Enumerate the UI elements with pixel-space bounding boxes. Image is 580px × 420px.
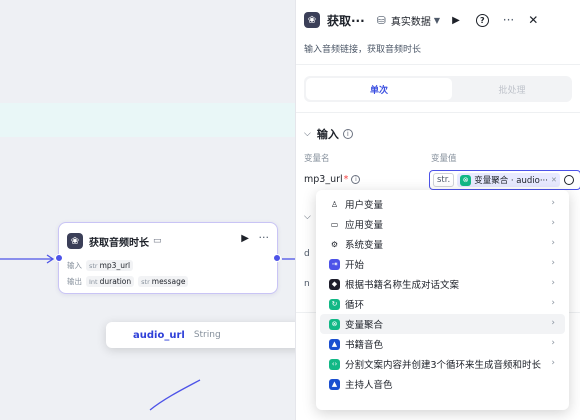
chevron-down-icon[interactable]: ⌵ bbox=[304, 212, 311, 222]
divider bbox=[296, 112, 580, 113]
variable-source-menu: ♙ 用户变量 › ▭ 应用变量 › ⚙ 系统变量 › ⇥ 开始 › ◆ 根据书籍… bbox=[316, 190, 569, 410]
panel-title[interactable]: 获取··· bbox=[327, 12, 365, 29]
menu-item-loop[interactable]: ↻ 循环 › bbox=[320, 294, 565, 314]
close-icon[interactable]: ✕ bbox=[528, 13, 538, 27]
node-get-audio-duration[interactable]: ❀ 获取音频时长 ▭ ▶ ··· 输入 str mp3_url 输出 Int dur… bbox=[55, 222, 281, 294]
run-mode-tabs: 单次 批处理 bbox=[304, 76, 572, 102]
chevron-right-icon: › bbox=[551, 338, 555, 348]
plugin-icon: ▲ bbox=[329, 338, 340, 350]
menu-item-book-voice[interactable]: ▲ 书籍音色 › bbox=[320, 334, 565, 354]
chevron-right-icon: › bbox=[551, 358, 555, 368]
panel-header: ❀ 获取··· ⛁ 真实数据 ▼ ▶ ? ··· ✕ bbox=[304, 10, 580, 30]
node-output-row: 输出 Int duration str message bbox=[67, 275, 189, 287]
menu-item-system-variables[interactable]: ⚙ 系统变量 › bbox=[320, 234, 565, 254]
chevron-right-icon: › bbox=[551, 238, 555, 248]
more-circle-icon[interactable] bbox=[563, 175, 574, 185]
database-icon: ⛁ bbox=[376, 13, 386, 27]
menu-item-host-voice[interactable]: ▲ 主持人音色 bbox=[320, 374, 565, 394]
chevron-right-icon: › bbox=[551, 218, 555, 228]
caret-down-icon[interactable]: ▼ bbox=[434, 16, 440, 25]
canvas-edges bbox=[0, 254, 295, 411]
llm-icon: ◆ bbox=[329, 278, 340, 290]
gear-icon: ⚙ bbox=[330, 239, 339, 249]
node-input-row: 输入 str mp3_url bbox=[67, 259, 134, 271]
code-icon: ‹› bbox=[329, 358, 340, 370]
menu-item-user-variables[interactable]: ♙ 用户变量 › bbox=[320, 194, 565, 214]
plugin-logo-icon: ❀ bbox=[304, 12, 320, 28]
chevron-right-icon: › bbox=[551, 198, 555, 208]
variable-merge-icon: ⊗ bbox=[329, 318, 340, 330]
loop-icon: ↻ bbox=[329, 298, 340, 310]
help-icon[interactable]: ? bbox=[475, 13, 489, 27]
plugin-icon: ▲ bbox=[329, 378, 340, 390]
column-name-header: 变量名 bbox=[304, 154, 330, 164]
menu-item-app-variables[interactable]: ▭ 应用变量 › bbox=[320, 214, 565, 234]
param-value-field[interactable]: str. ⊗ 变量聚合 · audio··· ✕ bbox=[429, 170, 580, 190]
suggestion-name: audio_url bbox=[133, 329, 185, 341]
node-input-label: 输入 bbox=[67, 260, 82, 270]
variable-suggestion[interactable]: audio_url String bbox=[106, 322, 295, 348]
chevron-right-icon: › bbox=[551, 258, 555, 268]
menu-item-start[interactable]: ⇥ 开始 › bbox=[320, 254, 565, 274]
menu-item-code-split[interactable]: ‹› 分割文案内容并创建3个循环来生成音频和时长 › bbox=[320, 354, 565, 374]
plugin-logo-icon: ❀ bbox=[67, 233, 83, 249]
more-icon[interactable]: ··· bbox=[259, 231, 270, 244]
node-output-chip: Int duration bbox=[86, 275, 135, 287]
start-icon: ⇥ bbox=[329, 258, 340, 270]
tab-single[interactable]: 单次 bbox=[306, 78, 452, 100]
value-type-selector[interactable]: str. bbox=[433, 173, 455, 187]
node-output-chip: str message bbox=[138, 275, 189, 287]
chevron-right-icon: › bbox=[551, 318, 555, 328]
divider bbox=[296, 64, 580, 65]
tab-batch[interactable]: 批处理 bbox=[454, 78, 570, 100]
node-header: ❀ 获取音频时长 ▭ ▶ ··· bbox=[67, 231, 270, 249]
node-output-label: 输出 bbox=[67, 276, 82, 286]
input-section-header[interactable]: ⌵ 输入 i bbox=[304, 126, 353, 142]
run-icon[interactable]: ▶ bbox=[241, 233, 249, 244]
info-icon[interactable]: i bbox=[342, 129, 353, 139]
more-icon[interactable]: ··· bbox=[503, 13, 514, 27]
node-title: 获取音频时长 bbox=[89, 237, 149, 249]
menu-item-variable-merge[interactable]: ⊗ 变量聚合 › bbox=[320, 314, 565, 334]
info-icon[interactable]: i bbox=[351, 175, 361, 184]
run-icon[interactable]: ▶ bbox=[452, 15, 460, 26]
node-output-port[interactable] bbox=[273, 254, 281, 262]
chevron-down-icon[interactable]: ⌵ bbox=[304, 129, 311, 139]
env-selector[interactable]: 真实数据 bbox=[391, 13, 431, 28]
chevron-right-icon: › bbox=[551, 298, 555, 308]
workflow-canvas[interactable]: ❀ 获取音频时长 ▭ ▶ ··· 输入 str mp3_url 输出 Int dur… bbox=[0, 0, 295, 420]
app-window-icon: ▭ bbox=[330, 219, 339, 229]
column-value-header: 变量值 bbox=[431, 154, 457, 164]
variable-merge-icon: ⊗ bbox=[460, 174, 472, 186]
fragment-text: d bbox=[304, 249, 310, 259]
menu-item-llm-node[interactable]: ◆ 根据书籍名称生成对话文案 › bbox=[320, 274, 565, 294]
close-icon[interactable]: ✕ bbox=[551, 176, 557, 184]
node-input-chip: str mp3_url bbox=[86, 259, 134, 271]
suggestion-type: String bbox=[193, 330, 221, 340]
panel-description: 输入音频链接，获取音频时长 bbox=[304, 45, 422, 55]
fragment-text: n bbox=[304, 279, 310, 289]
input-section-title: 输入 bbox=[316, 128, 339, 141]
value-reference-chip[interactable]: ⊗ 变量聚合 · audio··· ✕ bbox=[457, 173, 560, 187]
comment-icon: ▭ bbox=[153, 236, 162, 246]
chevron-right-icon: › bbox=[551, 278, 555, 288]
user-icon: ♙ bbox=[330, 199, 339, 209]
node-input-port[interactable] bbox=[55, 254, 63, 262]
param-mp3-url: mp3_url * i bbox=[304, 174, 361, 185]
